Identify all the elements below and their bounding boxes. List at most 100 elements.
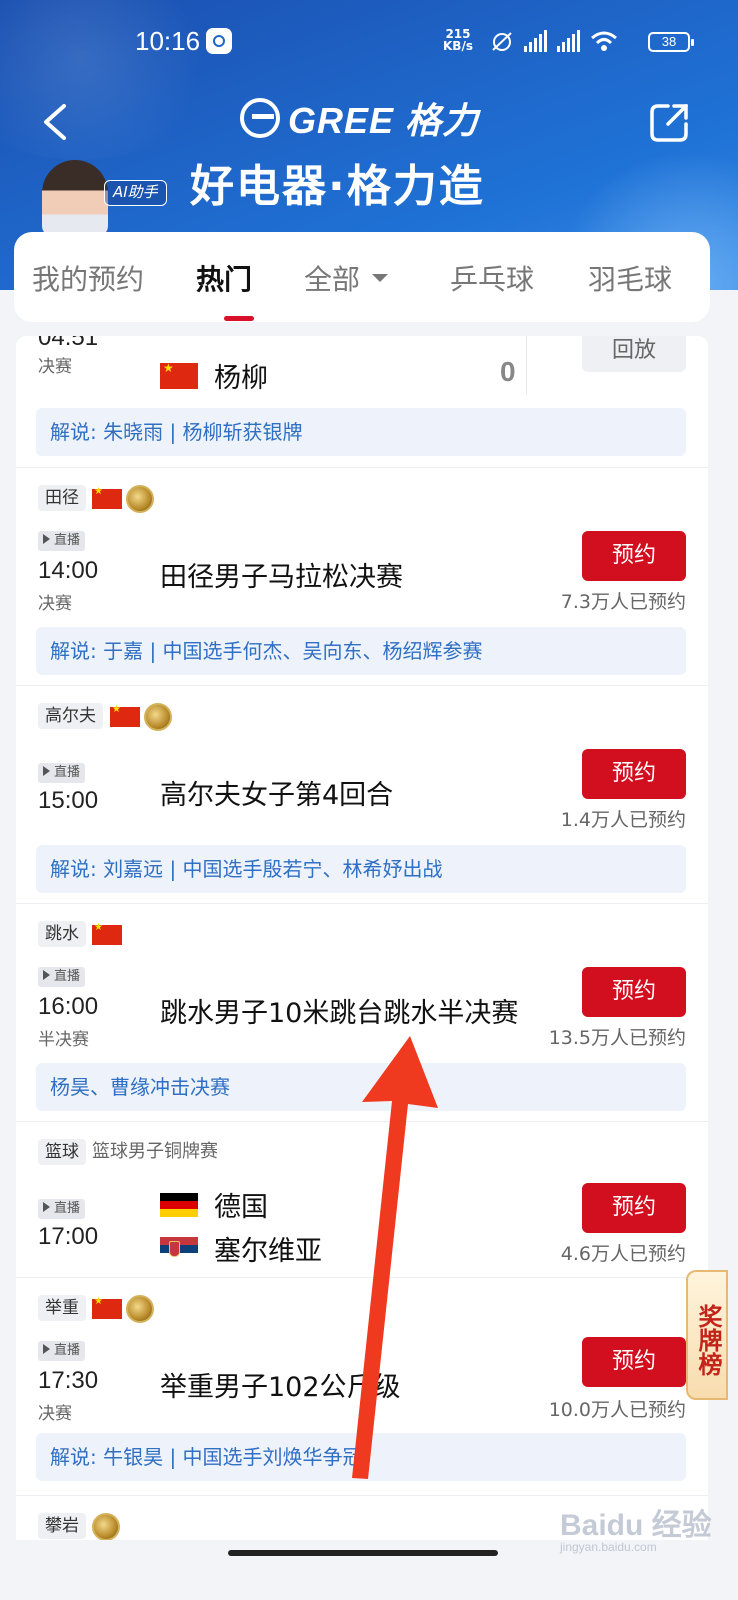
signal-1-icon <box>524 30 547 52</box>
card-stage: 决赛 <box>38 1404 72 1424</box>
wifi-icon <box>591 31 617 51</box>
card-title: 田径男子马拉松决赛 <box>160 562 403 593</box>
team-name: 塞尔维亚 <box>214 1236 322 1267</box>
medal-board-button[interactable]: 奖牌榜 <box>686 1270 728 1400</box>
brand-logo: GREE 格力 <box>240 92 479 144</box>
medal-icon <box>126 485 154 513</box>
card-time: 04:51 <box>38 336 99 351</box>
reserve-button[interactable]: 预约 <box>582 967 686 1017</box>
team-row: 塞尔维亚 <box>160 1229 322 1268</box>
medal-icon <box>144 703 172 731</box>
commentary-info[interactable]: 解说: 朱晓雨 | 杨柳斩获银牌 <box>36 408 686 456</box>
card-stage: 决赛 <box>38 357 72 377</box>
tab-all[interactable]: 全部 <box>304 258 389 298</box>
replay-button[interactable]: 回放 <box>582 336 686 372</box>
sport-tag: 攀岩 <box>38 1513 86 1539</box>
china-flag-icon <box>160 361 198 389</box>
status-icons <box>490 30 618 52</box>
china-flag-icon <box>92 922 122 945</box>
tab-badminton[interactable]: 羽毛球 <box>588 258 672 298</box>
status-time: 10:16 <box>135 26 201 56</box>
player-score: 0 <box>500 356 516 387</box>
battery-icon: 38 <box>648 32 694 52</box>
card-stage: 半决赛 <box>38 1030 89 1050</box>
team-name: 德国 <box>214 1192 268 1223</box>
live-label: 直播 <box>54 533 81 548</box>
home-indicator[interactable] <box>228 1550 498 1556</box>
reserve-button[interactable]: 预约 <box>582 531 686 581</box>
share-icon[interactable] <box>648 100 692 144</box>
commentary-info[interactable]: 杨昊、曹缘冲击决赛 <box>36 1063 686 1111</box>
card-title: 举重男子102公斤级 <box>160 1372 401 1403</box>
sport-tag: 高尔夫 <box>38 703 103 729</box>
card-stage: 决赛 <box>38 594 72 614</box>
reservation-count: 4.6万人已预约 <box>560 1243 686 1265</box>
live-tag: 直播 <box>38 1341 86 1361</box>
tab-hot[interactable]: 热门 <box>196 258 252 298</box>
alarm-off-icon <box>492 32 512 51</box>
germany-flag-icon <box>160 1192 198 1217</box>
brand-name: GREE 格力 <box>288 100 480 141</box>
event-name: 篮球男子铜牌赛 <box>92 1141 218 1162</box>
reserve-button[interactable]: 预约 <box>582 1337 686 1387</box>
tab-my-reservations[interactable]: 我的预约 <box>32 258 144 298</box>
card-time: 17:30 <box>38 1367 99 1394</box>
team-row: 德国 <box>160 1185 268 1224</box>
reservation-count: 7.3万人已预约 <box>560 591 686 613</box>
reserve-button[interactable]: 预约 <box>582 749 686 799</box>
player-name: 杨柳 <box>214 363 268 394</box>
reservation-count: 10.0万人已预约 <box>548 1399 686 1421</box>
tab-table-tennis[interactable]: 乒乓球 <box>450 258 534 298</box>
live-tag: 直播 <box>38 763 86 783</box>
reservation-count: 13.5万人已预约 <box>548 1027 686 1049</box>
play-icon <box>43 534 50 544</box>
play-icon <box>43 1344 50 1354</box>
serbia-flag-icon <box>160 1236 198 1261</box>
sport-tag: 田径 <box>38 485 86 511</box>
live-label: 直播 <box>54 1201 81 1216</box>
gree-logo-icon <box>240 98 280 138</box>
schedule-card[interactable]: 跳水 直播 16:00 半决赛 跳水男子10米跳台跳水半决赛 预约 13.5万人… <box>16 905 708 1122</box>
live-label: 直播 <box>54 969 81 984</box>
schedule-card[interactable]: 举重 直播 17:30 决赛 举重男子102公斤级 预约 10.0万人已预约 解… <box>16 1279 708 1496</box>
back-icon[interactable] <box>36 100 76 144</box>
play-icon <box>43 1202 50 1212</box>
ai-assistant-avatar[interactable] <box>42 160 108 236</box>
china-flag-icon <box>92 486 122 509</box>
commentary-info[interactable]: 解说: 于嘉 | 中国选手何杰、吴向东、杨绍辉参赛 <box>36 627 686 675</box>
commentary-info[interactable]: 解说: 牛银昊 | 中国选手刘焕华争冠 <box>36 1433 686 1481</box>
slogan: 好电器·格力造 <box>190 161 485 212</box>
schedule-card[interactable]: 高尔夫 直播 15:00 高尔夫女子第4回合 预约 1.4万人已预约 解说: 刘… <box>16 687 708 904</box>
live-tag: 直播 <box>38 1199 86 1219</box>
signal-2-icon <box>557 30 580 52</box>
card-title: 高尔夫女子第4回合 <box>160 780 394 811</box>
net-speed-unit: KB/s <box>443 39 473 53</box>
watermark-main: Baidu 经验 <box>560 1509 712 1542</box>
player-row: 杨柳 <box>160 356 268 395</box>
schedule-card[interactable]: 04:51 决赛 杨柳 0 回放 解说: 朱晓雨 | 杨柳斩获银牌 <box>16 336 708 468</box>
live-label: 直播 <box>54 765 81 780</box>
medal-icon <box>126 1295 154 1323</box>
app-notification-icon <box>206 28 232 54</box>
divider <box>526 336 527 394</box>
card-time: 17:00 <box>38 1223 99 1250</box>
live-tag: 直播 <box>38 531 86 551</box>
watermark: Baidu 经验 jingyan.baidu.com <box>560 1500 712 1554</box>
reserve-button[interactable]: 预约 <box>582 1183 686 1233</box>
active-tab-indicator <box>224 316 254 321</box>
card-time: 15:00 <box>38 787 99 814</box>
china-flag-icon <box>110 704 140 727</box>
sport-tag: 跳水 <box>38 921 86 947</box>
live-label: 直播 <box>54 1343 81 1358</box>
ai-assistant-badge[interactable]: AI助手 <box>104 180 167 206</box>
commentary-info[interactable]: 解说: 刘嘉远 | 中国选手殷若宁、林希妤出战 <box>36 845 686 893</box>
play-icon <box>43 766 50 776</box>
play-icon <box>43 970 50 980</box>
live-tag: 直播 <box>38 967 86 987</box>
tab-all-label: 全部 <box>304 263 361 296</box>
net-speed: 215 KB/s <box>443 28 473 52</box>
reservation-count: 1.4万人已预约 <box>560 809 686 831</box>
card-time: 16:00 <box>38 993 99 1020</box>
schedule-card[interactable]: 田径 直播 14:00 决赛 田径男子马拉松决赛 预约 7.3万人已预约 解说:… <box>16 469 708 686</box>
schedule-card[interactable]: 篮球 篮球男子铜牌赛 直播 17:00 德国 塞尔维亚 预约 4.6万人已预约 <box>16 1123 708 1278</box>
